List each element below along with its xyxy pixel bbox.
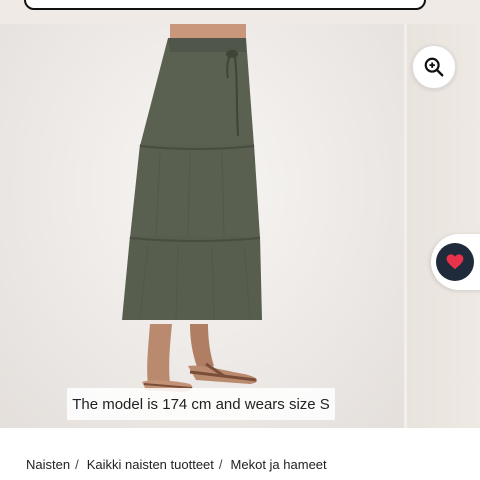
skirt-model-image: [122, 24, 262, 392]
search-input[interactable]: [24, 0, 426, 10]
model-size-caption: The model is 174 cm and wears size S: [67, 388, 335, 420]
breadcrumb-item-dresses-skirts[interactable]: Mekot ja hameet: [231, 457, 327, 472]
breadcrumb: Naisten / Kaikki naisten tuotteet / Meko…: [26, 455, 327, 473]
wishlist-tab: [431, 234, 480, 290]
product-photo[interactable]: [0, 24, 404, 428]
wishlist-button[interactable]: [436, 243, 474, 281]
breadcrumb-separator: /: [218, 456, 223, 472]
product-gallery[interactable]: The model is 174 cm and wears size S: [0, 24, 480, 428]
top-bar: [0, 0, 480, 24]
zoom-button[interactable]: [412, 45, 456, 89]
breadcrumb-separator: /: [75, 456, 79, 472]
zoom-in-icon: [424, 57, 444, 77]
product-title-cutoff: [26, 476, 326, 480]
breadcrumb-item-all-womens[interactable]: Kaikki naisten tuotteet: [87, 457, 214, 472]
heart-icon: [446, 254, 464, 270]
breadcrumb-item-naisten[interactable]: Naisten: [26, 457, 70, 472]
